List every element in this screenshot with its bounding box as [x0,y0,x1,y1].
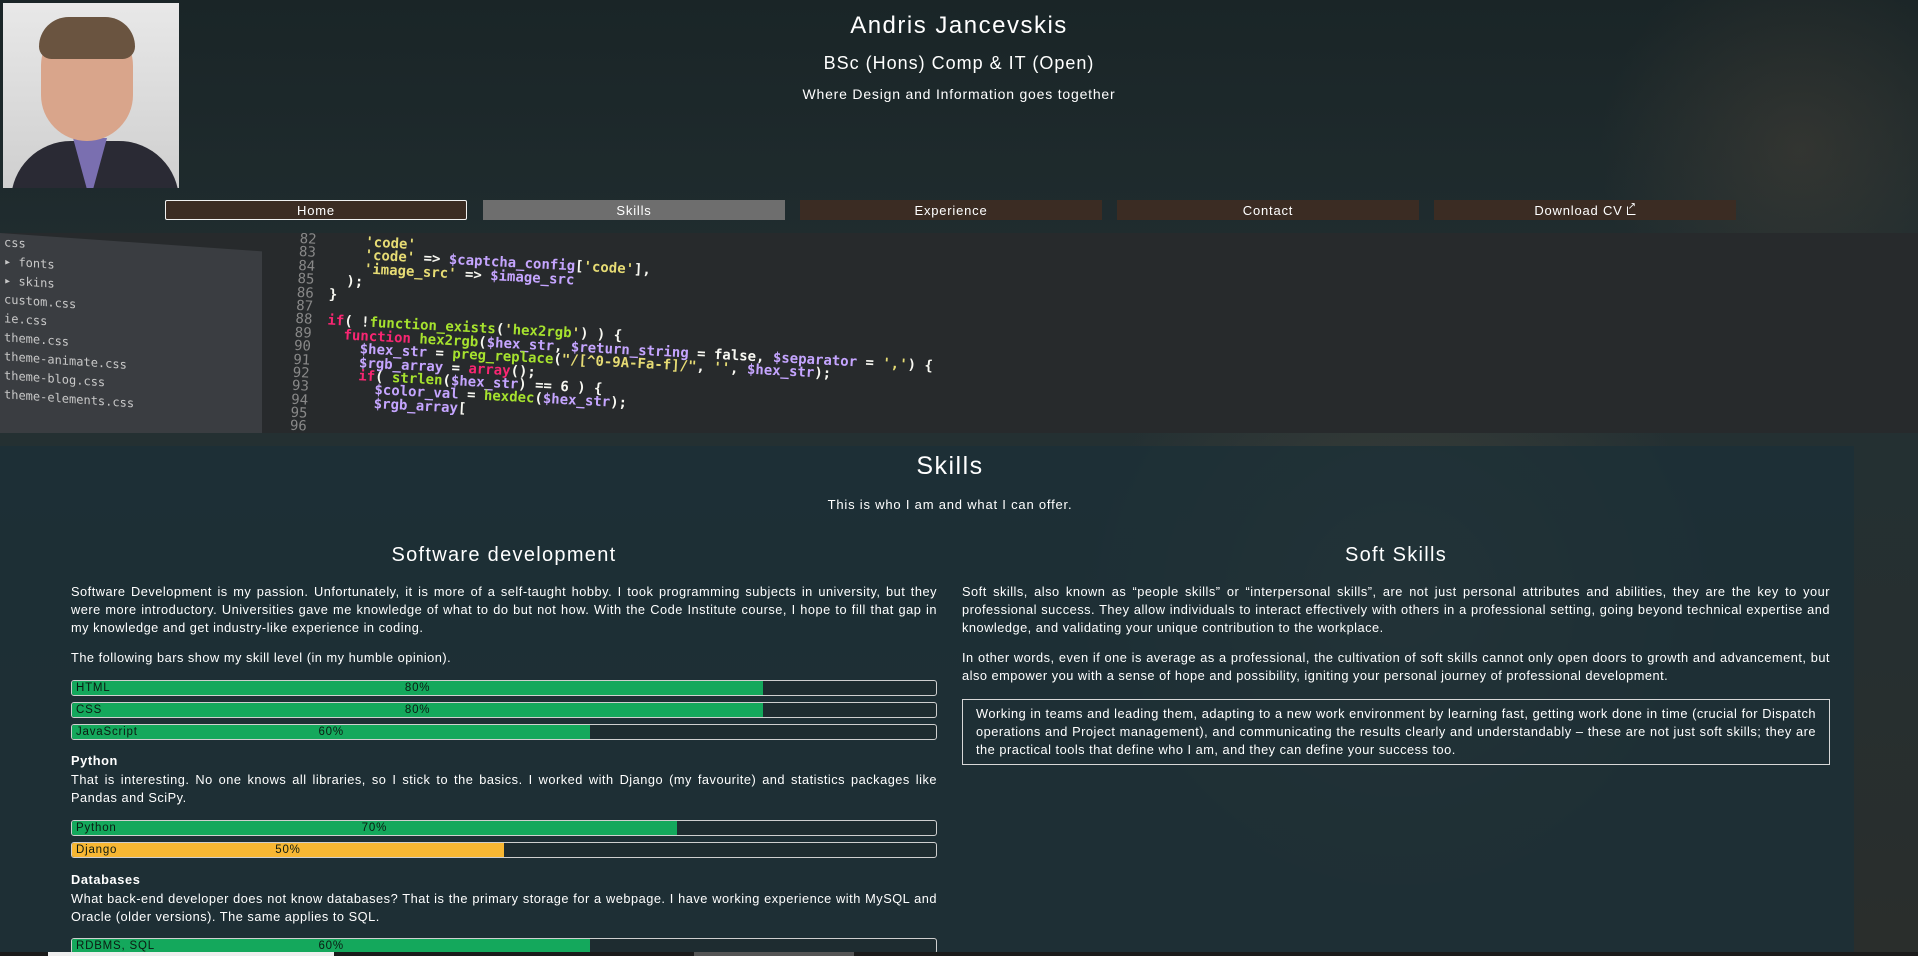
site-name: Andris Jancevskis [850,12,1068,39]
skill-bar: Python 70% [71,820,937,836]
skill-bar: Django 50% [71,842,937,858]
skill-bar-label: CSS [76,704,103,716]
skill-bar: JavaScript 60% [71,724,937,740]
soft-skills-quote: Working in teams and leading them, adapt… [962,699,1830,765]
software-intro: Software Development is my passion. Unfo… [71,584,937,635]
bars-note: The following bars show my skill level (… [71,650,452,665]
nav-download-cv-label: Download CV [1534,202,1623,218]
skill-bar-label: RDBMS, SQL [76,940,155,952]
skills-title: Skills [916,452,984,480]
external-link-icon [1626,201,1637,215]
file-tree: css ▸ fonts ▸ skins custom.css ie.css theme.c… [0,233,262,433]
soft-skills-p1: Soft skills, also known as “people skill… [962,584,1830,635]
soft-skills-title: Soft Skills [1344,544,1448,566]
skill-bar-label: JavaScript [76,726,138,738]
skill-bar-label: Python [76,822,117,834]
nav-skills-button[interactable]: Skills [483,200,785,220]
databases-text: What back-end developer does not know da… [71,891,937,924]
nav-skills-label: Skills [616,202,652,218]
main-nav: Home Skills Experience Contact Download … [0,200,1918,220]
site-degree: BSc (Hons) Comp & IT (Open) [823,53,1095,73]
code-lines: 82 'code' 83 'code' => $captcha_config['… [289,233,1918,433]
scrollbar-track-segment [694,952,854,956]
skill-bar-percent: 70% [361,822,388,834]
nav-download-cv-button[interactable]: Download CV [1434,200,1736,220]
nav-experience-button[interactable]: Experience [800,200,1102,220]
skill-bar: HTML 80% [71,680,937,696]
soft-skills-p2: In other words, even if one is average a… [962,650,1830,683]
skill-bar-percent: 60% [318,726,344,738]
nav-contact-button[interactable]: Contact [1117,200,1419,220]
nav-experience-label: Experience [914,202,988,218]
skill-bar-label: Django [76,844,118,856]
code-banner-image: css ▸ fonts ▸ skins custom.css ie.css theme.c… [0,233,1918,433]
scrollbar-thumb[interactable] [48,952,334,956]
databases-heading: Databases [71,872,141,887]
skill-bar-label: HTML [76,682,111,694]
horizontal-scrollbar[interactable] [0,952,1918,956]
skills-subtitle: This is who I am and what I can offer. [827,497,1073,512]
software-dev-title: Software development [391,544,617,566]
skill-bar-percent: 50% [275,844,301,856]
site-tagline: Where Design and Information goes togeth… [802,86,1116,102]
nav-contact-label: Contact [1242,202,1294,218]
python-text: That is interesting. No one knows all li… [71,772,937,805]
nav-home-label: Home [297,202,335,218]
skill-bar: CSS 80% [71,702,937,718]
skill-bar-percent: 80% [404,682,431,694]
skill-bar-percent: 60% [318,940,344,952]
python-heading: Python [71,753,118,768]
skill-bar-percent: 80% [404,704,431,716]
nav-home-button[interactable]: Home [165,200,467,220]
